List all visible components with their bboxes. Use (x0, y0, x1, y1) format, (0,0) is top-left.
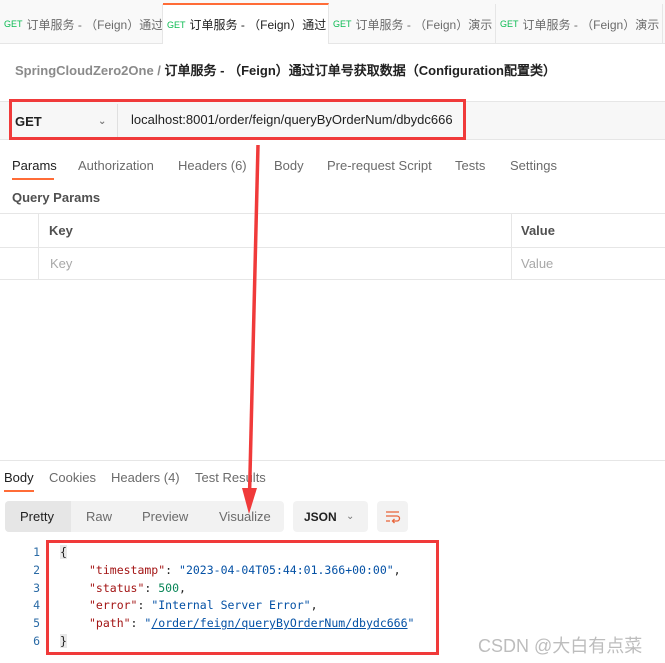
tab-label: 订单服务 - （Feign）演示 (355, 17, 493, 32)
tab-label: 订单服务 - （Feign）演示 (522, 17, 660, 32)
request-tab-active[interactable]: GET 订单服务 - （Feign）通过 (163, 3, 329, 44)
line-number: 4 (33, 598, 40, 612)
request-tab-bar: GET 订单服务 - （Feign）通过 GET 订单服务 - （Feign）通过 … (0, 0, 665, 44)
active-tab-indicator (12, 178, 54, 180)
breadcrumb: SpringCloudZero2One / 订单服务 - （Feign）通过订单… (15, 60, 556, 79)
view-pretty[interactable]: Pretty (20, 509, 54, 524)
view-visualize[interactable]: Visualize (219, 509, 271, 524)
tab-params[interactable]: Params (12, 158, 57, 173)
pane-divider[interactable] (0, 460, 665, 461)
method-label: GET (333, 19, 352, 29)
breadcrumb-separator: / (157, 63, 161, 78)
tab-authorization[interactable]: Authorization (78, 158, 154, 173)
request-tab[interactable]: GET 订单服务 - （Feign）演示 (496, 4, 663, 44)
line-number: 3 (33, 581, 40, 595)
request-tab[interactable]: GET 订单服务 - （Feign）演示 (329, 4, 496, 44)
method-label: GET (167, 19, 186, 30)
breadcrumb-workspace[interactable]: SpringCloudZero2One (15, 63, 154, 78)
tab-cookies[interactable]: Cookies (49, 470, 96, 485)
tab-label: 订单服务 - （Feign）通过 (189, 18, 327, 32)
annotation-box-url (9, 99, 466, 140)
line-number: 2 (33, 563, 40, 577)
method-label: GET (500, 19, 519, 29)
key-input[interactable]: Key (50, 256, 72, 271)
line-number: 6 (33, 634, 40, 648)
request-tab[interactable]: GET 订单服务 - （Feign）通过 (0, 4, 163, 44)
line-number: 1 (33, 545, 40, 559)
tab-headers[interactable]: Headers (6) (178, 158, 247, 173)
tab-test-results[interactable]: Test Results (195, 470, 266, 485)
tab-body[interactable]: Body (274, 158, 304, 173)
tab-label: 订单服务 - （Feign）通过 (26, 17, 163, 32)
watermark: CSDN @大白有点菜 (478, 636, 643, 656)
line-number: 5 (33, 616, 40, 630)
view-mode-toggle: Pretty Raw Preview Visualize (5, 501, 284, 532)
query-params-title: Query Params (12, 190, 101, 205)
method-label: GET (4, 19, 23, 29)
wrap-lines-icon (386, 511, 401, 524)
view-raw[interactable]: Raw (86, 509, 112, 524)
chevron-down-icon: ⌄ (346, 511, 355, 522)
view-preview[interactable]: Preview (142, 509, 188, 524)
active-response-tab-indicator (4, 490, 34, 492)
annotation-box-response (46, 540, 439, 655)
format-value: JSON (304, 509, 337, 524)
breadcrumb-request: 订单服务 - （Feign）通过订单号获取数据（Configuration配置类… (164, 63, 556, 78)
tab-tests[interactable]: Tests (455, 158, 485, 173)
format-select[interactable]: JSON ⌄ (293, 501, 368, 532)
tab-response-headers[interactable]: Headers (4) (111, 470, 180, 485)
wrap-lines-button[interactable] (377, 501, 408, 532)
value-input[interactable]: Value (521, 256, 553, 271)
tab-settings[interactable]: Settings (510, 158, 557, 173)
tab-response-body[interactable]: Body (4, 470, 34, 485)
column-value: Value (521, 223, 555, 238)
query-params-table: Key Value Key Value (0, 213, 665, 280)
tab-pre-request-script[interactable]: Pre-request Script (327, 158, 432, 173)
column-key: Key (49, 223, 73, 238)
